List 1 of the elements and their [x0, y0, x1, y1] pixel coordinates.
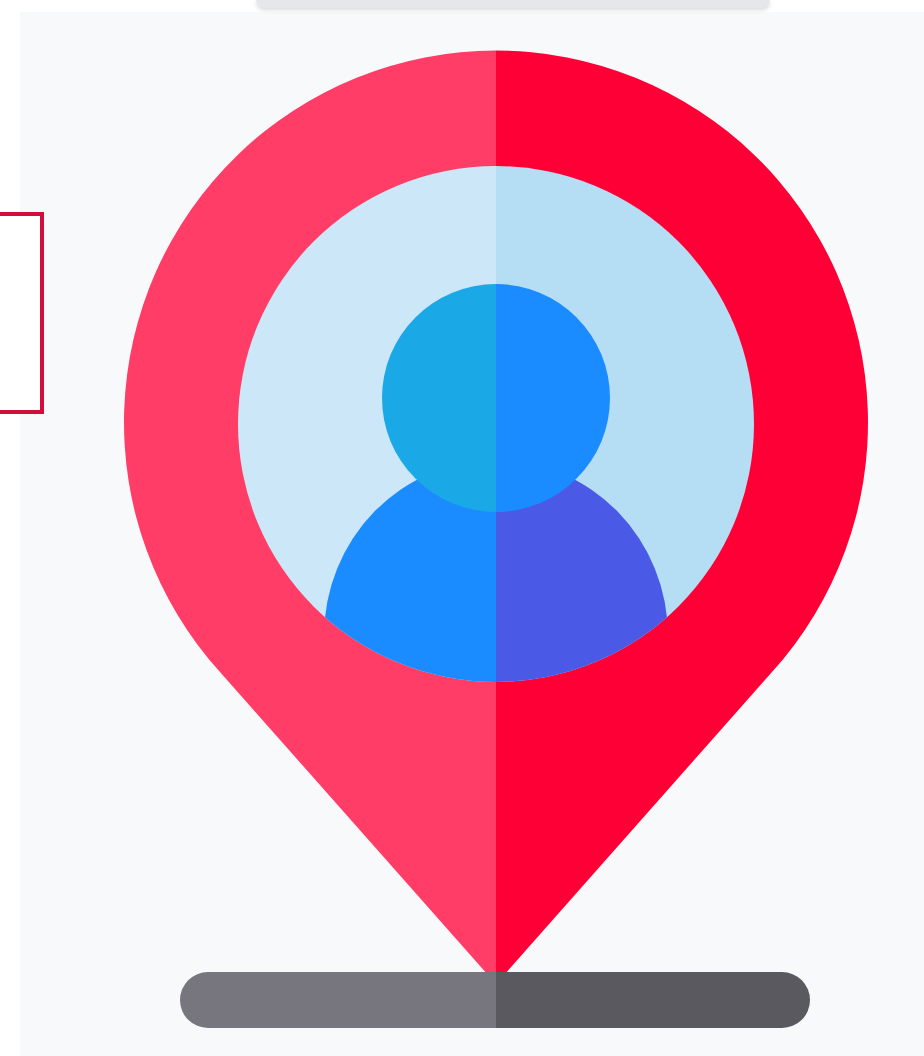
- ground-shadow-icon: [180, 972, 810, 1028]
